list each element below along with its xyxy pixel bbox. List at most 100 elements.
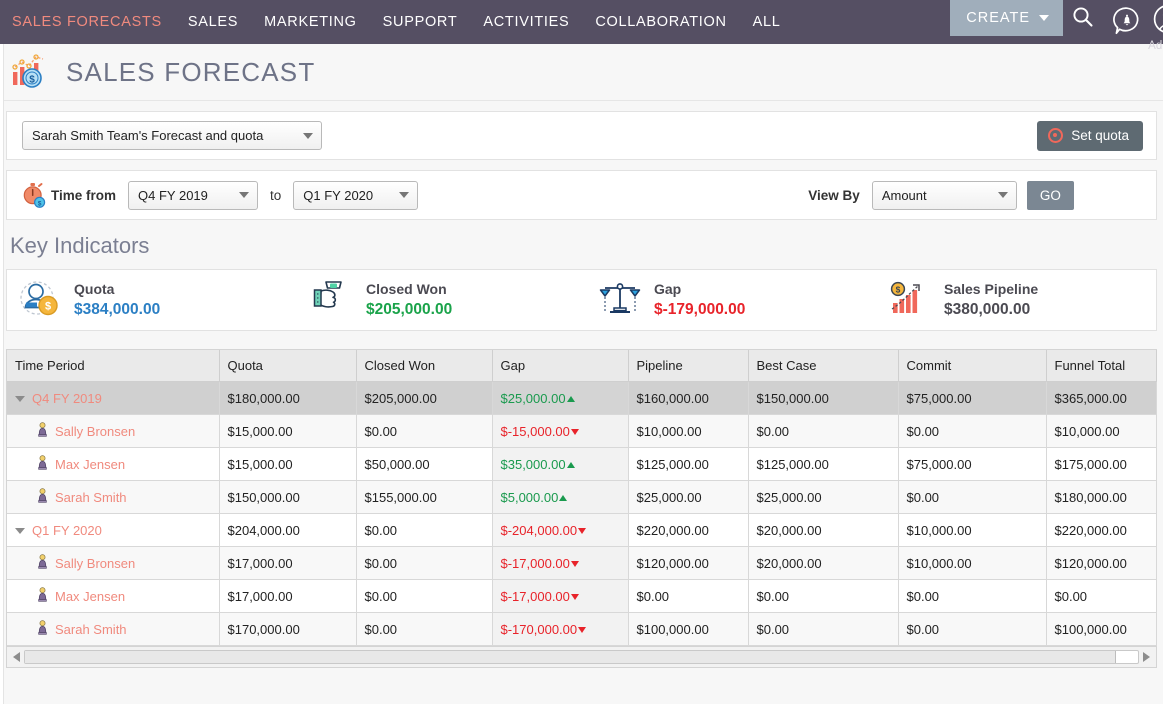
top-navigation-bar: SALES FORECASTS SALES MARKETING SUPPORT ACTI…	[0, 0, 1163, 44]
chevron-down-icon	[399, 192, 409, 198]
person-icon	[37, 587, 48, 605]
gap-cell: $35,000.00	[492, 448, 628, 481]
funnel-total-cell: $175,000.00	[1046, 448, 1156, 481]
table-column-header[interactable]: Funnel Total	[1046, 350, 1156, 382]
go-button[interactable]: GO	[1027, 181, 1074, 210]
time-to-select[interactable]: Q1 FY 2020	[293, 181, 418, 210]
pipeline-cell: $100,000.00	[628, 613, 748, 646]
target-icon	[1048, 128, 1063, 143]
best-case-cell: $0.00	[748, 613, 898, 646]
nav-item-all[interactable]: ALL	[753, 14, 781, 30]
trend-up-icon	[567, 462, 575, 468]
nav-item-activities[interactable]: ACTIVITIES	[483, 14, 569, 30]
best-case-cell: $0.00	[748, 580, 898, 613]
person-icon	[37, 620, 48, 638]
nav-item-marketing[interactable]: MARKETING	[264, 14, 357, 30]
left-edge-strip	[0, 44, 4, 704]
best-case-cell: $20,000.00	[748, 514, 898, 547]
closed-won-cell: $0.00	[356, 580, 492, 613]
person-link[interactable]: Sally Bronsen	[15, 422, 135, 440]
gap-value: $-17,000.00	[501, 556, 570, 571]
chevron-down-icon[interactable]	[15, 396, 25, 402]
quota-cell: $170,000.00	[219, 613, 356, 646]
forecast-select-value: Sarah Smith Team's Forecast and quota	[32, 128, 263, 143]
table-column-header[interactable]: Gap	[492, 350, 628, 382]
table-row[interactable]: Sally Bronsen$15,000.00$0.00$-15,000.00$…	[7, 415, 1156, 448]
scrollbar-track[interactable]	[24, 650, 1139, 664]
table-column-header[interactable]: Commit	[898, 350, 1046, 382]
view-by-select[interactable]: Amount	[872, 181, 1017, 210]
person-link[interactable]: Max Jensen	[15, 455, 125, 473]
table-row[interactable]: Sarah Smith $170,000.00 $0.00 $-170,000.00 $…	[7, 613, 1156, 646]
group-toggle[interactable]: Q4 FY 2019	[15, 391, 102, 406]
search-icon[interactable]	[1063, 6, 1103, 33]
hand-cash-icon	[309, 277, 355, 324]
nav-item-sales[interactable]: SALES	[188, 14, 238, 30]
closed-won-cell: $0.00	[356, 547, 492, 580]
table-row[interactable]: Sarah Smith $150,000.00$155,000.00$5,000.…	[7, 481, 1156, 514]
gap-cell: $5,000.00	[492, 481, 628, 514]
trend-down-icon	[578, 627, 586, 633]
notification-bell-icon[interactable]	[1103, 6, 1151, 41]
scroll-left-arrow-icon[interactable]	[13, 652, 20, 662]
nav-items: SALES FORECASTS SALES MARKETING SUPPORT ACTI…	[12, 14, 807, 30]
key-indicator-label: Quota	[74, 279, 160, 299]
forecast-select[interactable]: Sarah Smith Team's Forecast and quota	[22, 121, 322, 150]
table-column-header[interactable]: Quota	[219, 350, 356, 382]
person-link[interactable]: Sally Bronsen	[15, 554, 135, 572]
set-quota-button[interactable]: Set quota	[1037, 121, 1143, 151]
nav-item-support[interactable]: SUPPORT	[383, 14, 458, 30]
gap-cell: $-17,000.00	[492, 547, 628, 580]
table-group-row[interactable]: Q4 FY 2019$180,000.00$205,000.00$25,000.…	[7, 382, 1156, 415]
group-toggle[interactable]: Q1 FY 2020	[15, 523, 102, 538]
quota-cell: $150,000.00	[219, 481, 356, 514]
table-row[interactable]: Sally Bronsen$17,000.00$0.00$-17,000.00$…	[7, 547, 1156, 580]
table-column-header[interactable]: Pipeline	[628, 350, 748, 382]
scrollbar-thumb[interactable]	[25, 651, 1116, 663]
table-column-header[interactable]: Time Period	[7, 350, 219, 382]
svg-text:$: $	[38, 200, 42, 207]
table-row[interactable]: Max Jensen$17,000.00$0.00$-17,000.00$0.0…	[7, 580, 1156, 613]
key-indicator-value: $-179,000.00	[654, 299, 745, 321]
gap-value: $35,000.00	[501, 457, 566, 472]
scroll-right-arrow-icon[interactable]	[1143, 652, 1150, 662]
user-avatar[interactable]: Adm	[1151, 4, 1163, 52]
time-period-cell: Sally Bronsen	[7, 415, 219, 448]
group-label: Q1 FY 2020	[32, 523, 102, 538]
horizontal-scrollbar[interactable]	[7, 646, 1156, 667]
go-button-label: GO	[1040, 188, 1061, 203]
trend-down-icon	[571, 561, 579, 567]
page-header: $ SALES FORECAST	[0, 44, 1163, 101]
avatar-icon	[1151, 4, 1163, 34]
table-group-row[interactable]: Q1 FY 2020$204,000.00$0.00$-204,000.00$2…	[7, 514, 1156, 547]
table-column-header[interactable]: Closed Won	[356, 350, 492, 382]
chevron-down-icon[interactable]	[15, 528, 25, 534]
closed-won-cell: $205,000.00	[356, 382, 492, 415]
gap-value: $-170,000.00	[501, 622, 578, 637]
svg-text:$: $	[896, 284, 901, 294]
person-icon	[37, 554, 48, 572]
funnel-total-cell: $365,000.00	[1046, 382, 1156, 415]
chevron-down-icon	[1039, 15, 1049, 21]
person-icon	[37, 488, 48, 506]
quota-cell: $180,000.00	[219, 382, 356, 415]
key-indicator-sales-pipeline: $ Sales Pipeline $380,000.00	[877, 277, 1038, 324]
time-from-select[interactable]: Q4 FY 2019	[128, 181, 258, 210]
person-link[interactable]: Sarah Smith	[15, 620, 127, 638]
person-link[interactable]: Sarah Smith	[15, 488, 127, 506]
closed-won-cell: $0.00	[356, 415, 492, 448]
table-column-header[interactable]: Best Case	[748, 350, 898, 382]
person-name: Sally Bronsen	[55, 556, 135, 571]
person-link[interactable]: Max Jensen	[15, 587, 125, 605]
funnel-total-cell: $0.00	[1046, 580, 1156, 613]
nav-item-sales-forecasts[interactable]: SALES FORECASTS	[12, 14, 162, 30]
person-money-icon: $	[17, 277, 63, 324]
commit-cell: $0.00	[898, 481, 1046, 514]
nav-item-collaboration[interactable]: COLLABORATION	[595, 14, 726, 30]
closed-won-cell: $155,000.00	[356, 481, 492, 514]
trend-down-icon	[578, 528, 586, 534]
create-button[interactable]: CREATE	[950, 0, 1063, 36]
time-period-cell: Sally Bronsen	[7, 547, 219, 580]
table-row[interactable]: Max Jensen$15,000.00$50,000.00$35,000.00…	[7, 448, 1156, 481]
best-case-cell: $0.00	[748, 415, 898, 448]
